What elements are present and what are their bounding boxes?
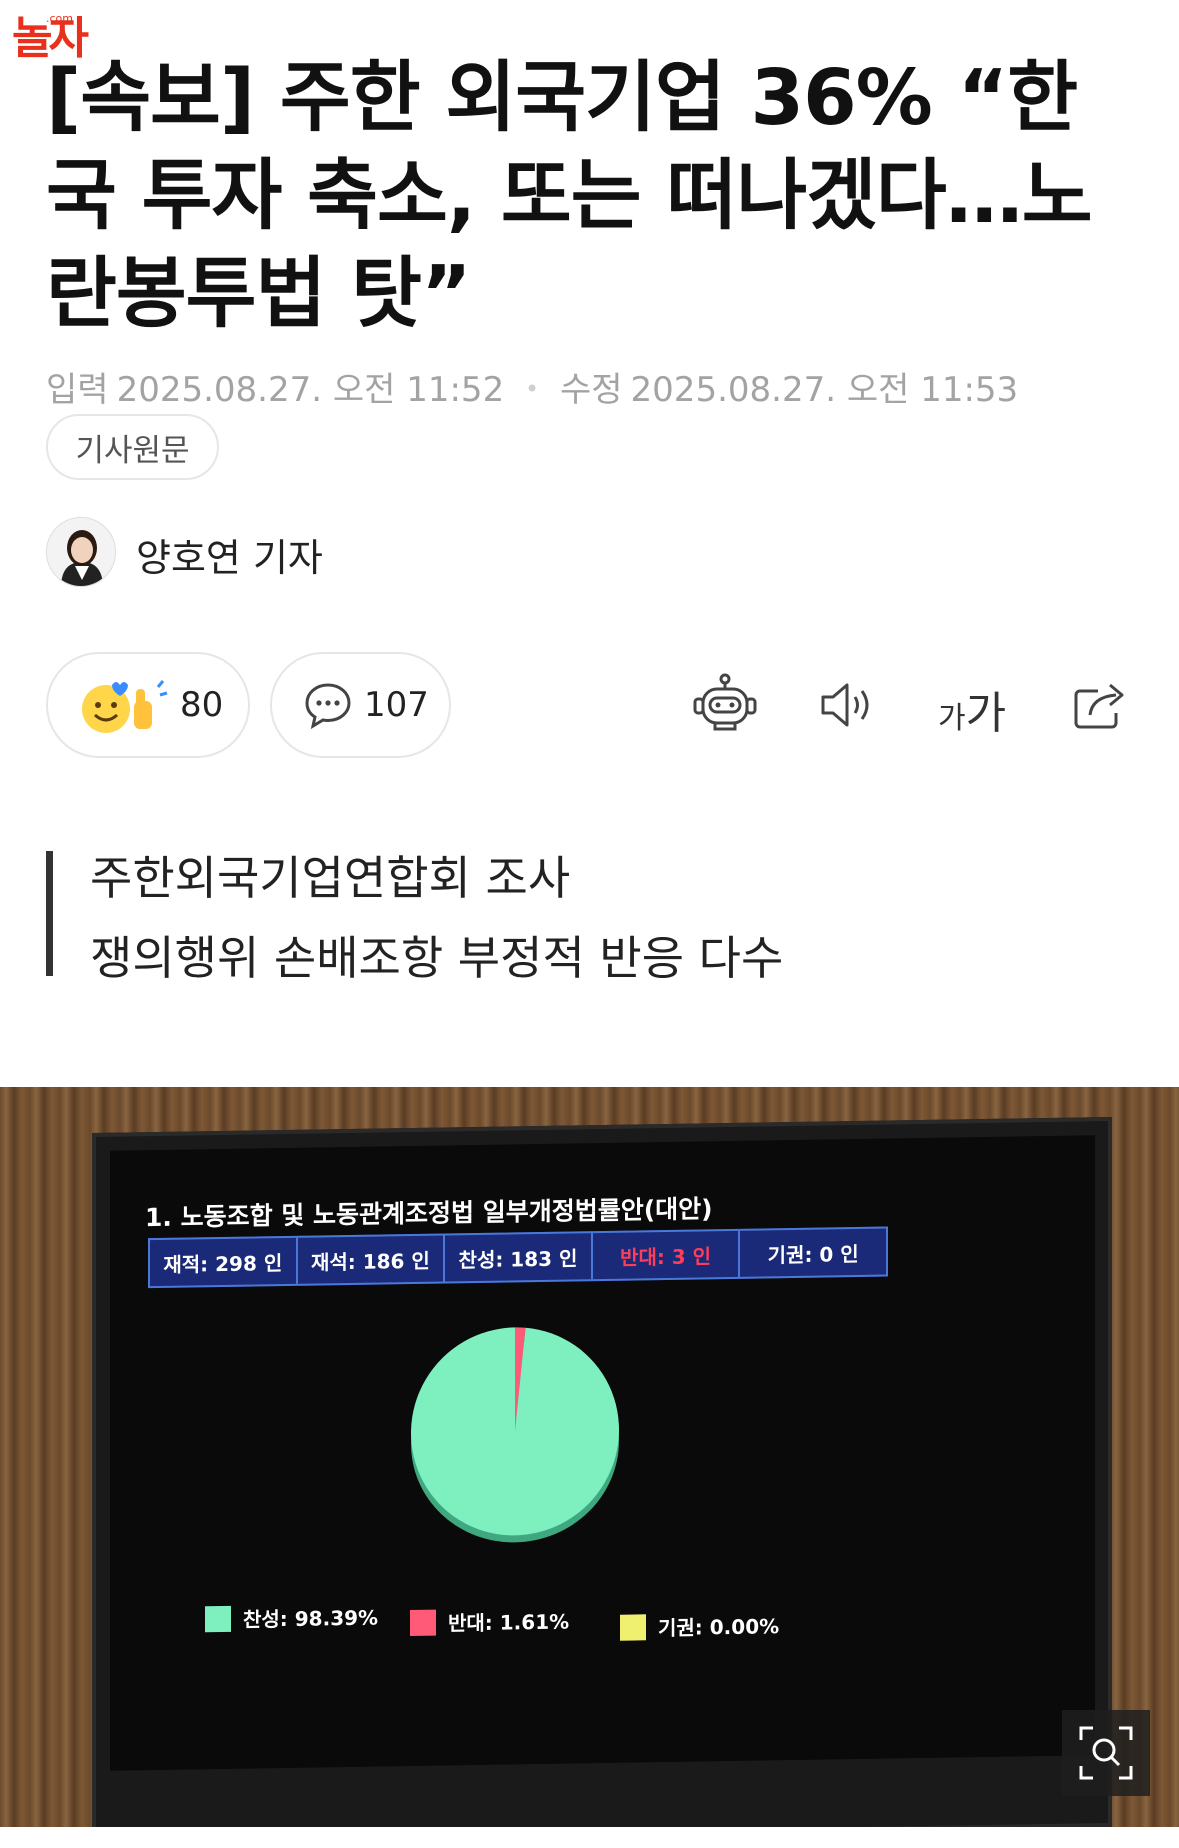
vote-title: 1. 노동조합 및 노동관계조정법 일부개정법률안(대안) <box>145 1194 713 1233</box>
font-label-large: 가 <box>965 688 1007 739</box>
legend-label-no: 반대: 1.61% <box>448 1609 570 1636</box>
reaction-emoji-icon <box>78 675 168 735</box>
legend-label-abstain: 기권: 0.00% <box>658 1614 780 1641</box>
subtitle-line-2: 쟁의행위 손배조항 부정적 반응 다수 <box>90 931 784 985</box>
vote-cell-present: 재석: 186 인 <box>297 1235 446 1284</box>
speaker-icon[interactable] <box>815 670 879 740</box>
zoom-search-icon <box>1079 1726 1133 1780</box>
legend-item-abstain: 기권: 0.00% <box>620 1610 779 1642</box>
meta-separator: • <box>525 375 540 403</box>
vote-cell-abstain: 기권: 0 인 <box>767 1241 859 1267</box>
article-photo[interactable]: 1. 노동조합 및 노동관계조정법 일부개정법률안(대안) 재적: 298 인 … <box>0 1087 1179 1827</box>
input-time: 2025.08.27. 오전 11:52 <box>116 370 505 410</box>
comment-icon <box>302 679 354 731</box>
vote-pie-chart <box>400 1315 630 1553</box>
vote-screen-frame: 1. 노동조합 및 노동관계조정법 일부개정법률안(대안) 재적: 298 인 … <box>92 1116 1112 1827</box>
legend-label-yes: 찬성: 98.39% <box>243 1605 379 1632</box>
legend-item-no: 반대: 1.61% <box>410 1606 569 1638</box>
edit-label: 수정 <box>559 370 623 410</box>
vote-summary-table: 재적: 298 인 재석: 186 인 찬성: 183 인 반대: 3 인 기권… <box>148 1226 888 1289</box>
vote-cell-total: 재적: 298 인 <box>150 1237 298 1287</box>
legend-item-yes: 찬성: 98.39% <box>205 1602 378 1634</box>
legend-swatch-no <box>410 1609 436 1636</box>
vote-cell-yes: 찬성: 183 인 <box>445 1233 593 1282</box>
input-label: 입력 <box>46 370 109 410</box>
zoom-image-button[interactable] <box>1062 1710 1150 1796</box>
original-article-button[interactable]: 기사원문 <box>46 414 219 480</box>
legend-swatch-yes <box>205 1605 231 1632</box>
reaction-count: 80 <box>180 685 224 725</box>
reporter-name[interactable]: 양호연 기자 <box>136 527 323 582</box>
quote-bar <box>46 851 53 976</box>
reporter-avatar[interactable] <box>46 517 116 587</box>
comment-count: 107 <box>364 685 429 725</box>
robot-summary-icon[interactable] <box>690 670 760 740</box>
article-meta: 입력 2025.08.27. 오전 11:52 • 수정 2025.08.27. 오… <box>46 362 1018 411</box>
share-icon[interactable] <box>1068 670 1132 740</box>
reaction-button[interactable]: 80 <box>46 652 250 758</box>
edit-time: 2025.08.27. 오전 11:53 <box>630 370 1019 410</box>
subtitle-line-1: 주한외국기업연합회 조사 <box>90 851 571 905</box>
vote-screen: 1. 노동조합 및 노동관계조정법 일부개정법률안(대안) 재적: 298 인 … <box>110 1135 1095 1771</box>
font-label-small: 가 <box>938 701 966 736</box>
vote-cell-no: 반대: 3 인 <box>592 1230 741 1280</box>
legend-swatch-abstain <box>620 1613 646 1641</box>
article-headline: [속보] 주한 외국기업 36% “한국 투자 축소, 또는 떠나겠다…노란봉투… <box>46 54 1093 339</box>
font-size-icon[interactable]: 가가 <box>938 677 1006 741</box>
comment-button[interactable]: 107 <box>270 652 451 758</box>
